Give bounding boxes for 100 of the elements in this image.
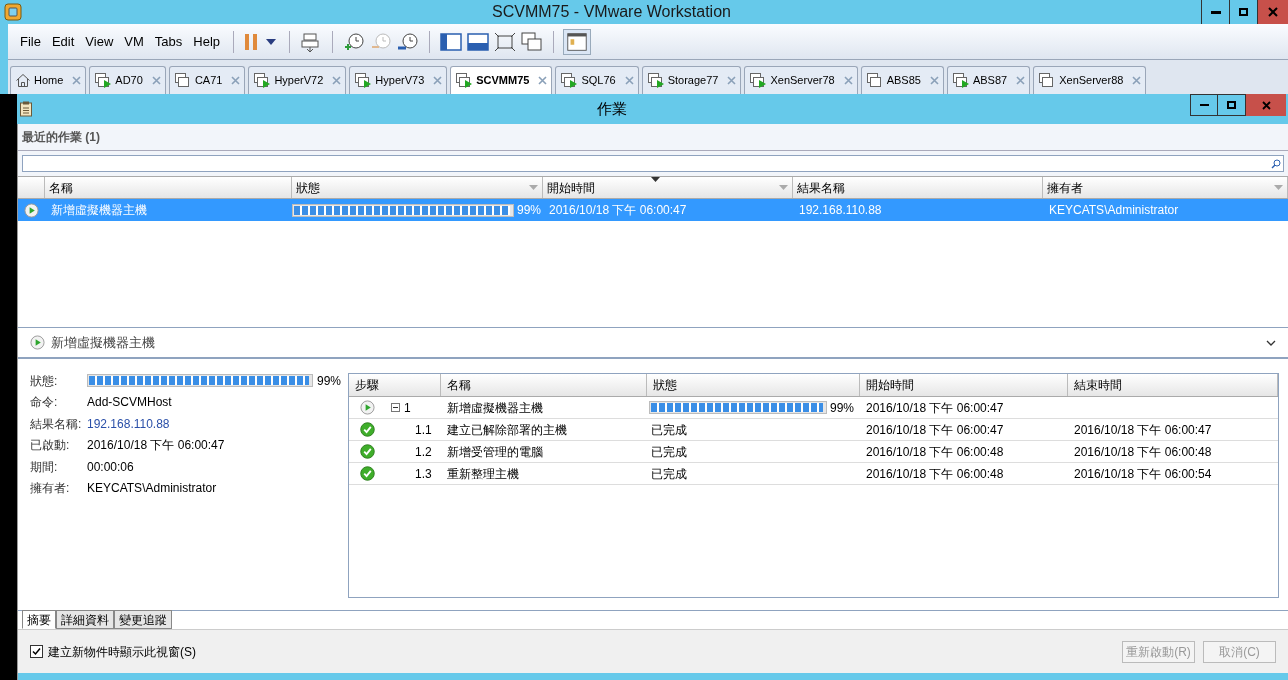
column-header[interactable]: 結果名稱 [793,177,1043,198]
close-icon[interactable] [231,76,241,85]
close-icon[interactable] [1268,7,1278,17]
table-cell-text: 2016/10/18 下午 06:00:48 [1073,443,1213,461]
close-icon[interactable] [1261,100,1271,110]
percent-text: 99% [317,372,342,390]
field-label: 期間: [30,458,59,476]
detail-tab[interactable]: 變更追蹤 [114,610,172,629]
checkbox[interactable] [30,645,43,658]
column-header[interactable]: 狀態 [292,177,543,198]
close-button[interactable] [1246,94,1286,116]
tab-label: SCVMM75 [476,73,530,89]
table-cell-text: 2016/10/18 下午 06:00:48 [865,465,1005,483]
close-icon[interactable] [1016,76,1026,85]
tab-label: XenServer88 [1059,73,1124,89]
sort-arrow-icon [651,177,660,182]
home-icon [15,73,31,88]
column-header[interactable]: 擁有者 [1043,177,1288,198]
window-title: SCVMM75 - VMware Workstation [492,3,731,20]
filter-dropdown-icon[interactable] [779,184,788,191]
result-link[interactable]: 192.168.110.88 [87,414,170,433]
vm-tab[interactable]: AD70 [89,66,166,94]
tab-label: SQL76 [581,73,616,89]
dialog-title: 作業 [596,99,627,117]
table-cell-text: 已完成 [650,443,688,461]
table-cell-text: 建立已解除部署的主機 [446,421,568,439]
column-header[interactable]: 開始時間 [543,177,793,198]
caret-icon[interactable] [266,38,277,45]
vm-tab[interactable]: ABS85 [860,66,944,94]
close-icon[interactable] [929,76,939,85]
menu-item[interactable]: Tabs [150,31,187,52]
tab-label: AD70 [115,73,143,89]
snapshot-clock-icon[interactable] [342,30,367,53]
bottom-panel-icon[interactable] [466,30,491,53]
chevron-down-icon[interactable] [1266,339,1276,346]
column-header[interactable]: 名稱 [441,374,647,396]
vm-tab[interactable]: Home [10,66,87,94]
fullscreen-icon[interactable] [493,30,518,53]
menu-item[interactable]: Edit [47,31,79,52]
field-label: 結果名稱: [30,415,83,433]
detail-tab[interactable]: 詳細資料 [56,610,114,629]
close-button[interactable] [1258,0,1288,24]
expander[interactable] [391,403,400,412]
menu-item[interactable]: Help [189,31,225,52]
manage-clock-icon[interactable] [396,30,421,53]
close-icon[interactable] [72,76,82,85]
tab-label: XenServer78 [770,73,835,89]
step-number: 1.3 [415,465,432,483]
close-icon[interactable] [624,76,634,85]
vm-tab[interactable]: Storage77 [641,66,742,94]
menu-item[interactable]: View [81,31,118,52]
section-title: 最近的作業 (1) [22,129,100,146]
vm-tab[interactable]: HyperV73 [349,66,448,94]
filter-dropdown-icon[interactable] [1274,184,1283,191]
close-icon[interactable] [433,76,443,85]
vm-tab[interactable]: ABS87 [946,66,1031,94]
column-header[interactable]: 狀態 [647,374,860,396]
console-view-icon[interactable] [563,28,592,55]
table-cell-text: 已完成 [650,465,688,483]
table-cell-text: 已完成 [650,421,688,439]
field-value: 00:00:06 [87,458,134,476]
sidebar-icon[interactable] [439,30,464,53]
tab-label: ABS87 [972,73,1008,89]
percent-text: 99% [830,399,855,417]
tab-label: Home [34,73,64,89]
close-icon[interactable] [1132,76,1142,85]
minimize-button[interactable] [1190,94,1218,116]
step-number: 1.1 [415,421,432,439]
column-header[interactable]: 結束時間 [1068,374,1278,396]
table-cell-text: 2016/10/18 下午 06:00:54 [1073,465,1213,483]
close-icon[interactable] [843,76,853,85]
close-icon[interactable] [727,76,737,85]
column-header[interactable]: 名稱 [45,177,292,198]
close-icon[interactable] [332,76,342,85]
tab-label: HyperV72 [274,73,324,89]
search-icon[interactable] [1271,158,1281,169]
clipboard-icon [19,101,33,117]
tab-label: CA71 [194,73,223,89]
close-icon[interactable] [538,76,548,85]
pause-icon[interactable] [243,32,260,51]
close-icon[interactable] [151,76,161,85]
tab-label: HyperV73 [375,73,425,89]
menu-item[interactable]: File [16,31,45,52]
filter-dropdown-icon[interactable] [529,184,538,191]
field-label: 擁有者: [30,480,71,498]
column-header[interactable]: 步驟 [349,374,441,396]
column-header[interactable]: 開始時間 [860,374,1068,396]
menu-item[interactable]: VM [120,31,148,52]
table-cell-text: 新增虛擬機器主機 [446,399,544,417]
vm-tab[interactable]: XenServer88 [1033,66,1147,94]
detail-tab[interactable]: 摘要 [22,610,56,629]
vm-tab[interactable]: HyperV72 [248,66,347,94]
vm-tab[interactable]: SQL76 [555,66,639,94]
detail-title: 新增虛擬機器主機 [51,333,156,352]
check-icon [360,466,375,481]
vm-tab[interactable]: CA71 [168,66,246,94]
table-cell-text: KEYCATS\Administrator [1048,202,1180,219]
vm-tab[interactable]: XenServer78 [744,66,858,94]
search-field[interactable] [22,155,1284,172]
vm-tab[interactable]: SCVMM75 [450,66,553,94]
